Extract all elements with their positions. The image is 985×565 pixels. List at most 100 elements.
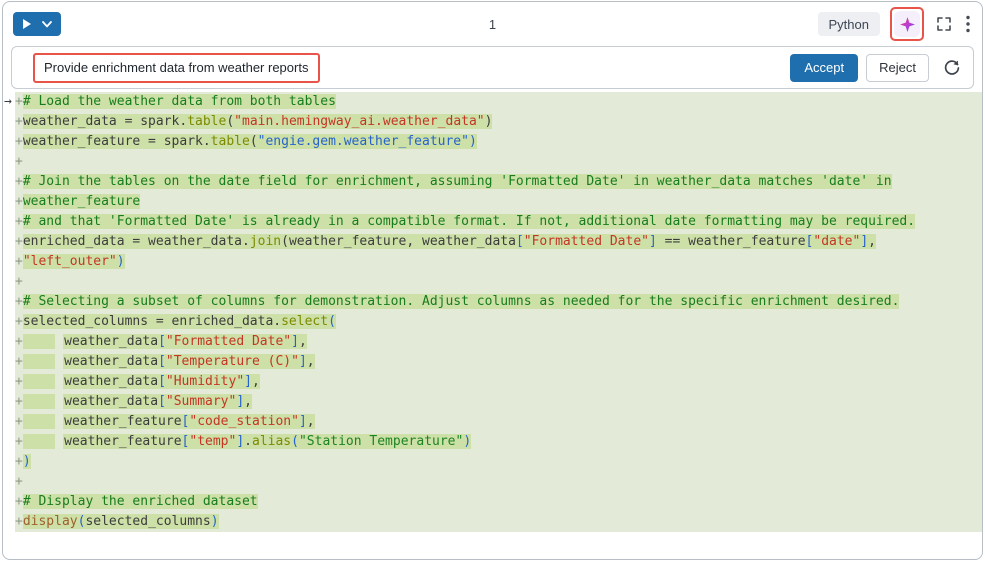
code-token: , — [307, 354, 315, 369]
code-token: ) — [117, 254, 125, 269]
diff-added-marker: + — [15, 314, 23, 329]
fullscreen-icon[interactable] — [934, 14, 954, 34]
diff-added-marker: + — [15, 294, 23, 309]
code-token: weather_data — [64, 374, 158, 389]
code-line: + weather_data["Humidity"], — [15, 372, 982, 392]
code-line: + weather_feature["code_station"], — [15, 412, 982, 432]
code-token: # Load the weather data from both tables — [23, 94, 336, 109]
code-token: "Summary" — [166, 394, 236, 409]
code-line: +selected_columns = enriched_data.select… — [15, 312, 982, 332]
diff-added-marker: + — [15, 274, 23, 289]
code-token: , — [252, 374, 260, 389]
diff-added-marker: + — [15, 354, 23, 369]
code-token: weather_feature — [64, 434, 181, 449]
accept-button[interactable]: Accept — [790, 54, 858, 82]
refresh-icon[interactable] — [941, 57, 963, 79]
code-token: "Humidity" — [166, 374, 244, 389]
play-icon — [22, 18, 32, 30]
code-token: table — [187, 114, 226, 129]
code-token: [ — [158, 374, 166, 389]
code-line: +weather_feature — [15, 192, 982, 212]
code-token: weather_feature = spark. — [23, 134, 211, 149]
code-lines: + # Load the weather data from both table… — [15, 92, 982, 532]
code-line: +display(selected_columns) — [15, 512, 982, 532]
chevron-down-icon[interactable] — [42, 21, 52, 28]
prompt-actions: Accept Reject — [790, 54, 963, 82]
code-token — [23, 394, 64, 409]
assistant-sparkle-icon[interactable] — [894, 11, 920, 37]
code-token: # and that 'Formatted Date' is already i… — [23, 214, 915, 229]
code-token: , — [299, 334, 307, 349]
code-line: + — [15, 272, 982, 292]
code-token — [23, 374, 64, 389]
code-token: display — [23, 514, 78, 529]
diff-added-marker: + — [15, 214, 23, 229]
reject-button[interactable]: Reject — [866, 54, 929, 82]
code-token: weather_data — [64, 394, 158, 409]
code-token: # Join the tables on the date field for … — [23, 174, 892, 189]
code-token: # Display the enriched dataset — [23, 494, 258, 509]
code-token: ] — [244, 374, 252, 389]
kebab-menu-icon[interactable] — [964, 13, 972, 35]
prompt-annotation-box: Provide enrichment data from weather rep… — [33, 53, 320, 83]
code-line: +weather_feature = spark.table("engie.ge… — [15, 132, 982, 152]
code-token: [ — [516, 234, 524, 249]
code-line: + weather_data["Temperature (C)"], — [15, 352, 982, 372]
diff-added-marker: + — [15, 394, 23, 409]
code-token: , — [868, 234, 876, 249]
code-line: +# Display the enriched dataset — [15, 492, 982, 512]
assistant-prompt-bar: Provide enrichment data from weather rep… — [11, 46, 974, 89]
code-token: ] — [860, 234, 868, 249]
code-token — [23, 354, 64, 369]
code-token: , — [244, 394, 252, 409]
code-token: join — [250, 234, 281, 249]
code-line: +enriched_data = weather_data.join(weath… — [15, 232, 982, 252]
run-cell-button[interactable] — [13, 12, 61, 36]
diff-added-marker: + — [15, 234, 23, 249]
code-token: # Selecting a subset of columns for demo… — [23, 294, 900, 309]
code-token: [ — [158, 354, 166, 369]
code-token: ] — [236, 394, 244, 409]
execution-arrow-icon: → — [4, 92, 12, 112]
code-token: selected_columns — [85, 514, 210, 529]
code-token: , — [307, 414, 315, 429]
code-token: "date" — [813, 234, 860, 249]
code-token: table — [211, 134, 250, 149]
diff-added-marker: + — [15, 514, 23, 529]
code-token: "left_outer" — [23, 254, 117, 269]
code-token — [23, 414, 64, 429]
code-line: +# Join the tables on the date field for… — [15, 172, 982, 192]
code-line: + weather_data["Formatted Date"], — [15, 332, 982, 352]
diff-added-marker: + — [15, 194, 23, 209]
code-token: "engie.gem.weather_feature" — [258, 134, 469, 149]
code-line: +"left_outer") — [15, 252, 982, 272]
code-token: "Formatted Date" — [166, 334, 291, 349]
cell-toolbar: 1 Python — [3, 2, 982, 46]
assistant-prompt-input[interactable]: Provide enrichment data from weather rep… — [44, 60, 308, 75]
code-token: "Temperature (C)" — [166, 354, 299, 369]
code-line: +) — [15, 452, 982, 472]
diff-added-marker: + — [15, 174, 23, 189]
code-token: ( — [291, 434, 299, 449]
code-token: ( — [226, 114, 234, 129]
diff-added-marker: + — [15, 494, 23, 509]
code-token: ] — [299, 354, 307, 369]
code-token: weather_feature — [23, 194, 140, 209]
code-token — [23, 434, 64, 449]
code-token: ] — [299, 414, 307, 429]
code-token: "code_station" — [189, 414, 299, 429]
cell-number: 1 — [489, 17, 496, 32]
code-editor[interactable]: → + # Load the weather data from both tab… — [3, 92, 982, 532]
diff-added-marker: + — [15, 154, 23, 169]
code-token: [ — [158, 394, 166, 409]
diff-added-marker: + — [15, 134, 23, 149]
code-token: (weather_feature, weather_data — [281, 234, 516, 249]
code-token: == weather_feature — [657, 234, 806, 249]
code-token: weather_data — [64, 354, 158, 369]
language-selector[interactable]: Python — [818, 12, 880, 36]
code-line: + weather_data["Summary"], — [15, 392, 982, 412]
code-token: "temp" — [189, 434, 236, 449]
diff-added-marker: + — [15, 334, 23, 349]
assistant-annotation-box — [890, 7, 924, 41]
diff-added-marker: + — [15, 474, 23, 489]
